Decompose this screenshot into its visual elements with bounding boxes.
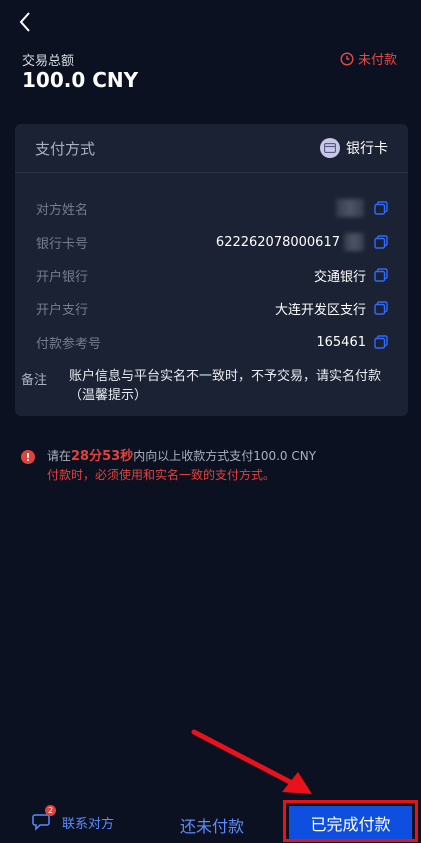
total-label: 交易总额 <box>22 54 75 69</box>
redacted-card-suffix <box>344 233 364 251</box>
contact-label: 联系对方 <box>62 816 115 832</box>
chat-icon: 2 <box>32 805 56 833</box>
redacted-name <box>336 199 364 217</box>
alert-icon: ! <box>21 450 35 464</box>
reference-value: 165461 <box>316 334 366 350</box>
note-row: 备注 账户信息与平台实名不一致时，不予交易，请实名付款（温馨提示） <box>21 367 401 405</box>
payment-method-selector[interactable]: 银行卡 <box>320 138 388 158</box>
copy-icon[interactable] <box>374 235 388 249</box>
row-card-number: 银行卡号 622262078000617 <box>36 231 388 253</box>
row-bank: 开户银行 交通银行 <box>36 264 388 286</box>
reference-label: 付款参考号 <box>36 336 102 352</box>
payment-method-title: 支付方式 <box>35 139 96 158</box>
bank-card-icon <box>320 138 340 158</box>
card-number-label: 银行卡号 <box>36 236 89 252</box>
payment-method-label: 银行卡 <box>346 141 388 157</box>
countdown-timer: 28分53秒 <box>71 449 134 464</box>
note-text: 账户信息与平台实名不一致时，不予交易，请实名付款（温馨提示） <box>69 369 382 403</box>
payment-method-header: 支付方式 银行卡 <box>15 124 408 173</box>
bottom-action-bar: 2 联系对方 还未付款 已完成付款 <box>0 795 421 843</box>
not-paid-button[interactable]: 还未付款 <box>180 813 244 837</box>
card-number-value: 622262078000617 <box>215 234 340 250</box>
warning-suffix: 内向以上收款方式支付100.0 CNY <box>133 449 317 463</box>
row-branch: 开户支行 大连开发区支行 <box>36 297 388 319</box>
bank-label: 开户银行 <box>36 269 89 285</box>
warning-prefix: 请在 <box>47 449 72 463</box>
annotation-arrow-icon <box>191 729 312 794</box>
contact-counterparty-button[interactable]: 2 联系对方 <box>32 805 115 833</box>
total-amount: 100.0 CNY <box>22 68 139 92</box>
payee-name-label: 对方姓名 <box>36 202 89 218</box>
payment-completed-button[interactable]: 已完成付款 <box>289 806 412 839</box>
copy-icon[interactable] <box>374 201 388 215</box>
status-text: 未付款 <box>357 53 397 68</box>
payment-warning: ! 请在28分53秒内向以上收款方式支付100.0 CNY 付款时，必须使用和实… <box>21 447 316 485</box>
row-reference: 付款参考号 165461 <box>36 331 388 353</box>
row-payee-name: 对方姓名 <box>36 197 388 219</box>
back-arrow-icon[interactable] <box>14 10 38 34</box>
note-label: 备注 <box>21 373 48 388</box>
clock-icon <box>340 51 354 66</box>
branch-value: 大连开发区支行 <box>274 302 366 318</box>
copy-icon[interactable] <box>374 335 388 349</box>
bank-value: 交通银行 <box>313 269 366 285</box>
warning-line2: 付款时，必须使用和实名一致的支付方式。 <box>47 468 276 482</box>
copy-icon[interactable] <box>374 268 388 282</box>
unread-badge: 2 <box>45 805 56 816</box>
copy-icon[interactable] <box>374 301 388 315</box>
status-badge: 未付款 <box>340 49 397 68</box>
branch-label: 开户支行 <box>36 302 89 318</box>
highlight-box: 已完成付款 <box>283 800 418 842</box>
